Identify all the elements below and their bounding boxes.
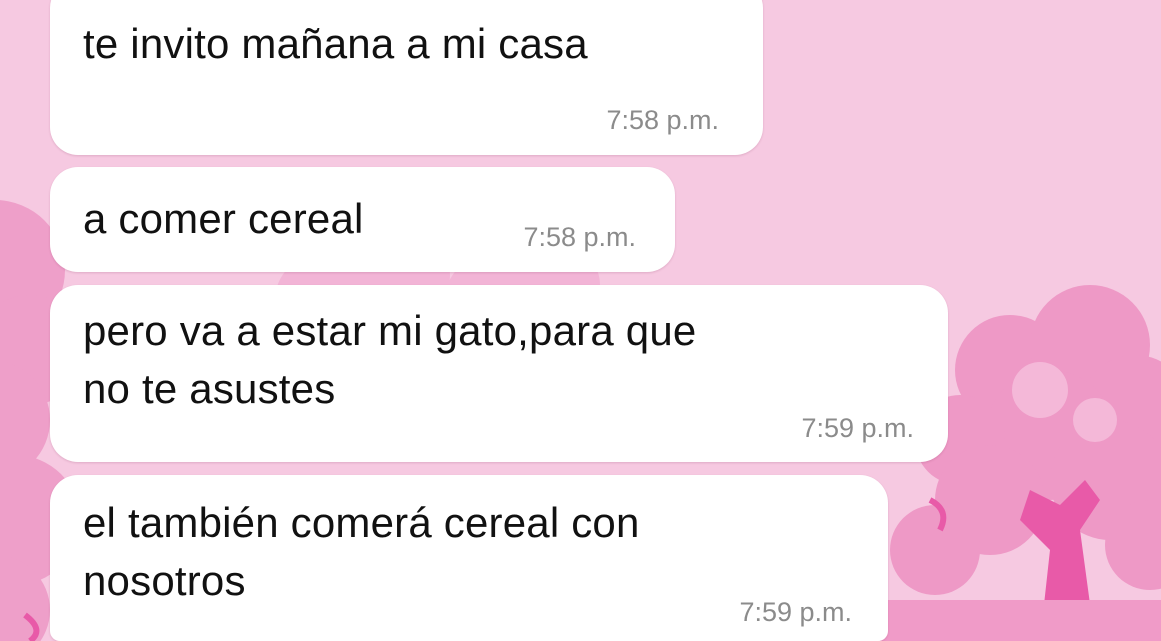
message-bubble[interactable]: pero va a estar mi gato,para que no te a… [50,285,948,462]
message-bubble[interactable]: el también comerá cereal con nosotros 7:… [50,475,888,641]
chat-thread: te invito mañana a mi casa 7:58 p.m. a c… [0,0,1161,641]
message-timestamp: 7:58 p.m. [606,105,719,135]
message-text: el también comerá cereal con nosotros [83,499,640,604]
message-bubble[interactable]: te invito mañana a mi casa 7:58 p.m. [50,0,763,155]
message-timestamp: 7:58 p.m. [523,222,636,252]
message-text: te invito mañana a mi casa [83,20,588,67]
message-bubble[interactable]: a comer cereal 7:58 p.m. [50,167,675,272]
message-text: a comer cereal [83,195,364,242]
message-text: pero va a estar mi gato,para que no te a… [83,307,697,412]
message-timestamp: 7:59 p.m. [739,597,852,627]
message-timestamp: 7:59 p.m. [801,413,914,443]
